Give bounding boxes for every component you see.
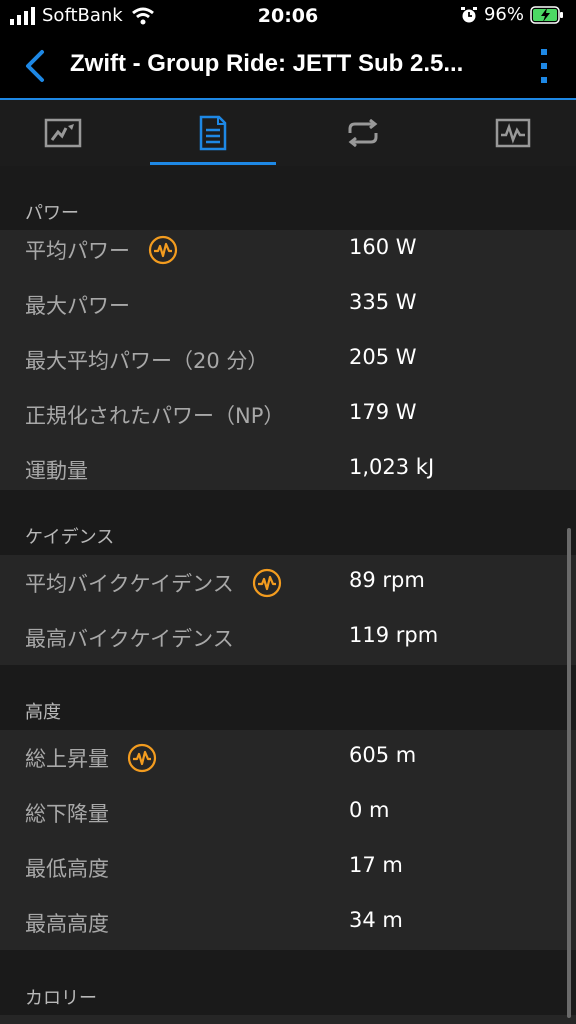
- row-value: 605 m: [349, 743, 417, 767]
- row-value: 335 W: [349, 290, 417, 314]
- scrollbar[interactable]: [567, 528, 571, 1018]
- list-item: 運動量 1,023 kJ: [0, 442, 576, 497]
- list-item: 最高バイクケイデンス 119 rpm: [0, 610, 576, 665]
- list-item: 総下降量 0 m: [0, 785, 576, 840]
- row-label: 正規化されたパワー（NP）: [25, 404, 285, 428]
- row-label: 平均バイクケイデンス: [25, 572, 234, 596]
- row-label: 総上昇量: [25, 747, 109, 771]
- more-vertical-icon[interactable]: [536, 46, 552, 86]
- row-value: 17 m: [349, 853, 403, 877]
- row-value: 34 m: [349, 908, 403, 932]
- list-item: 最高高度 34 m: [0, 895, 576, 950]
- power-group: 平均パワー 160 W 最大パワー 335 W 最大平均パワー（20 分） 20…: [0, 230, 576, 490]
- row-label: 平均パワー: [25, 239, 130, 263]
- cadence-group: 平均バイクケイデンス 89 rpm 最高バイクケイデンス 119 rpm: [0, 555, 576, 665]
- row-value: 1,023 kJ: [349, 455, 435, 479]
- calories-group: [0, 1015, 576, 1024]
- row-label: 最大パワー: [25, 294, 130, 318]
- altitude-group: 総上昇量 605 m 総下降量 0 m 最低高度 17 m 最高高度 34 m: [0, 730, 576, 950]
- alarm-icon: [460, 6, 477, 22]
- row-value: 205 W: [349, 345, 417, 369]
- row-label: 最高バイクケイデンス: [25, 627, 234, 651]
- row-value: 179 W: [349, 400, 417, 424]
- repeat-icon: [348, 119, 378, 147]
- page-title: Zwift - Group Ride: JETT Sub 2.5...: [70, 50, 464, 77]
- battery-percent: 96%: [483, 4, 524, 25]
- row-value: 160 W: [349, 235, 417, 259]
- row-label: 最高高度: [25, 912, 109, 936]
- tab-bar: [0, 100, 576, 167]
- row-label: 運動量: [25, 459, 88, 483]
- tab-laps[interactable]: [300, 100, 426, 166]
- status-right: 96%: [460, 4, 564, 25]
- list-item: 最大パワー 335 W: [0, 277, 576, 332]
- pulse-icon: [252, 568, 281, 598]
- chart-icon: [495, 118, 531, 148]
- document-list-icon: [199, 115, 227, 151]
- stats-list[interactable]: パワー 平均パワー 160 W 最大パワー 335 W 最大平均パワー（20 分…: [0, 166, 576, 1024]
- row-label: 最低高度: [25, 857, 109, 881]
- list-item: 最大平均パワー（20 分） 205 W: [0, 332, 576, 387]
- list-item: 正規化されたパワー（NP） 179 W: [0, 387, 576, 442]
- tab-details[interactable]: [150, 100, 276, 166]
- pulse-icon: [127, 743, 157, 773]
- status-bar: SoftBank 20:06 96%: [0, 0, 576, 34]
- battery-charging-icon: [530, 5, 563, 24]
- row-value: 0 m: [349, 798, 390, 822]
- tab-map[interactable]: [0, 100, 126, 166]
- row-value: 119 rpm: [349, 623, 439, 647]
- row-label: 総下降量: [25, 802, 109, 826]
- list-item: 最低高度 17 m: [0, 840, 576, 895]
- list-item: 平均バイクケイデンス 89 rpm: [0, 555, 576, 610]
- list-item: 総上昇量 605 m: [0, 730, 576, 785]
- pulse-icon: [148, 235, 178, 265]
- section-header-calories: カロリー: [25, 988, 97, 1009]
- app-bar: Zwift - Group Ride: JETT Sub 2.5...: [0, 34, 576, 98]
- tab-charts[interactable]: [450, 100, 576, 166]
- section-header-cadence: ケイデンス: [25, 527, 115, 548]
- chevron-left-icon[interactable]: [18, 48, 54, 84]
- tab-selected-indicator: [150, 162, 276, 165]
- row-value: 89 rpm: [349, 568, 425, 592]
- list-item: 平均パワー 160 W: [0, 222, 576, 277]
- row-label: 最大平均パワー（20 分）: [25, 349, 269, 373]
- section-header-altitude: 高度: [25, 702, 61, 723]
- map-icon: [44, 118, 82, 148]
